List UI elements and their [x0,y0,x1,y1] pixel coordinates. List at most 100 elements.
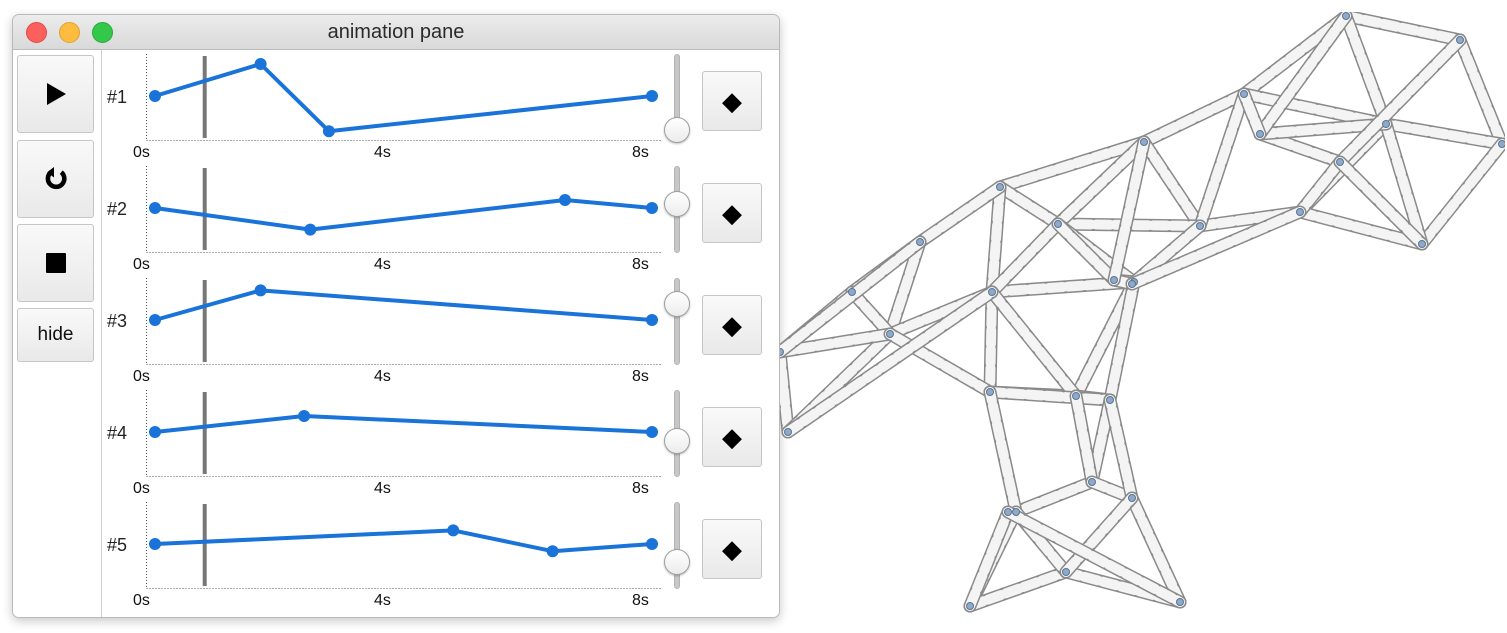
time-tick-label: 4s [374,144,391,161]
truss-strut-highlight [1011,477,1097,517]
truss-node [1110,276,1118,284]
truss-strut-highlight [985,287,997,397]
truss-strut-highlight [985,387,1021,517]
keyframe-point[interactable] [149,90,161,102]
animation-curve [154,528,653,554]
add-keyframe-button[interactable]: ◆ [702,71,762,131]
transport-controls: hide [13,50,102,617]
keyframe-point[interactable] [646,202,658,214]
track-2: #2 0s 4s 8s ◆ [102,162,778,274]
play-button[interactable] [17,55,94,133]
time-tick-label: 4s [374,480,391,497]
track-weight-slider[interactable] [664,278,692,365]
track-curve-area[interactable] [102,386,662,486]
truss-strut-highlight [1105,395,1137,503]
time-tick-label: 4s [374,256,391,273]
truss-node [1342,12,1350,20]
add-keyframe-button[interactable]: ◆ [702,295,762,355]
keyframe-point[interactable] [298,410,311,422]
playhead-marker[interactable] [202,56,207,138]
diamond-icon: ◆ [722,533,742,564]
truss-node [886,330,894,338]
truss-strut-highlight [1417,139,1505,249]
track-weight-slider[interactable] [664,502,692,589]
track-4: #4 0s 4s 8s ◆ [102,386,778,498]
keyframe-point[interactable] [559,194,571,206]
slider-thumb[interactable] [664,117,690,143]
time-tick-label: 0s [133,592,150,609]
truss-node [1128,494,1136,502]
track-weight-slider[interactable] [664,166,692,253]
track-curve-area[interactable] [102,50,662,150]
keyframe-point[interactable] [646,314,658,326]
truss-node [1106,396,1114,404]
slider-thumb[interactable] [664,428,690,454]
time-tick-label: 0s [133,368,150,385]
animation-curve [154,198,653,232]
keyframe-point[interactable] [546,545,559,558]
truss-strut-highlight [1295,157,1345,217]
truss-strut-highlight [995,182,1063,229]
slider-track [674,502,680,589]
truss-node [916,238,924,246]
truss-node [1054,220,1062,228]
track-weight-slider[interactable] [664,54,692,143]
playhead-marker[interactable] [202,392,207,474]
keyframe-point[interactable] [646,426,658,438]
truss-node [1128,280,1136,288]
stop-button[interactable] [17,224,94,302]
play-icon [46,83,66,105]
keyframe-point[interactable] [254,58,267,70]
time-tick-label: 4s [374,592,391,609]
track-1: #1 0s 4s 8s ◆ [102,50,778,162]
keyframe-point[interactable] [447,524,460,537]
truss-strut-highlight [915,182,1005,247]
pane-content: hide #1 0s 4s 8s ◆ #2 0s 4s 8s ◆ #3 0s 4s 8s ◆ #4 0s 4s 8s… [13,50,779,617]
slider-thumb[interactable] [664,191,690,217]
track-weight-slider[interactable] [664,390,692,477]
truss-node [1240,90,1248,98]
track-curve-area[interactable] [102,162,662,262]
playhead-marker[interactable] [202,280,207,362]
loop-button[interactable] [17,140,94,218]
diamond-icon: ◆ [722,197,742,228]
truss-structure-image [780,12,1505,613]
diamond-icon: ◆ [722,421,742,452]
slider-thumb[interactable] [664,549,690,575]
truss-node [1088,478,1096,486]
animation-curve [154,288,653,322]
keyframe-point[interactable] [646,90,658,102]
track-curve-area[interactable] [102,274,662,374]
truss-node [780,348,784,356]
title-bar[interactable]: animation pane [13,15,779,50]
keyframe-point[interactable] [322,125,335,138]
truss-node [1418,240,1426,248]
truss-node [1336,158,1344,166]
keyframe-point[interactable] [254,284,267,297]
truss-node [1296,208,1304,216]
track-curve-area[interactable] [102,498,662,598]
truss-node [1004,508,1012,516]
loop-icon [45,167,67,190]
truss-node [1456,36,1464,44]
playhead-marker[interactable] [202,168,207,250]
animation-curve [154,414,653,434]
time-tick-label: 8s [632,368,649,385]
slider-thumb[interactable] [664,291,690,317]
truss-node [1072,392,1080,400]
keyframe-point[interactable] [149,314,161,326]
hide-button[interactable]: hide [17,308,94,362]
keyframe-point[interactable] [304,223,317,236]
keyframe-point[interactable] [149,426,161,438]
keyframe-point[interactable] [646,538,658,550]
keyframe-point[interactable] [149,538,161,550]
truss-node [1382,120,1390,128]
keyframe-point[interactable] [149,202,161,214]
playhead-marker[interactable] [202,504,207,586]
time-tick-label: 8s [632,256,649,273]
add-keyframe-button[interactable]: ◆ [702,183,762,243]
add-keyframe-button[interactable]: ◆ [702,407,762,467]
truss-node [1196,222,1204,230]
add-keyframe-button[interactable]: ◆ [702,519,762,579]
track-3: #3 0s 4s 8s ◆ [102,274,778,386]
